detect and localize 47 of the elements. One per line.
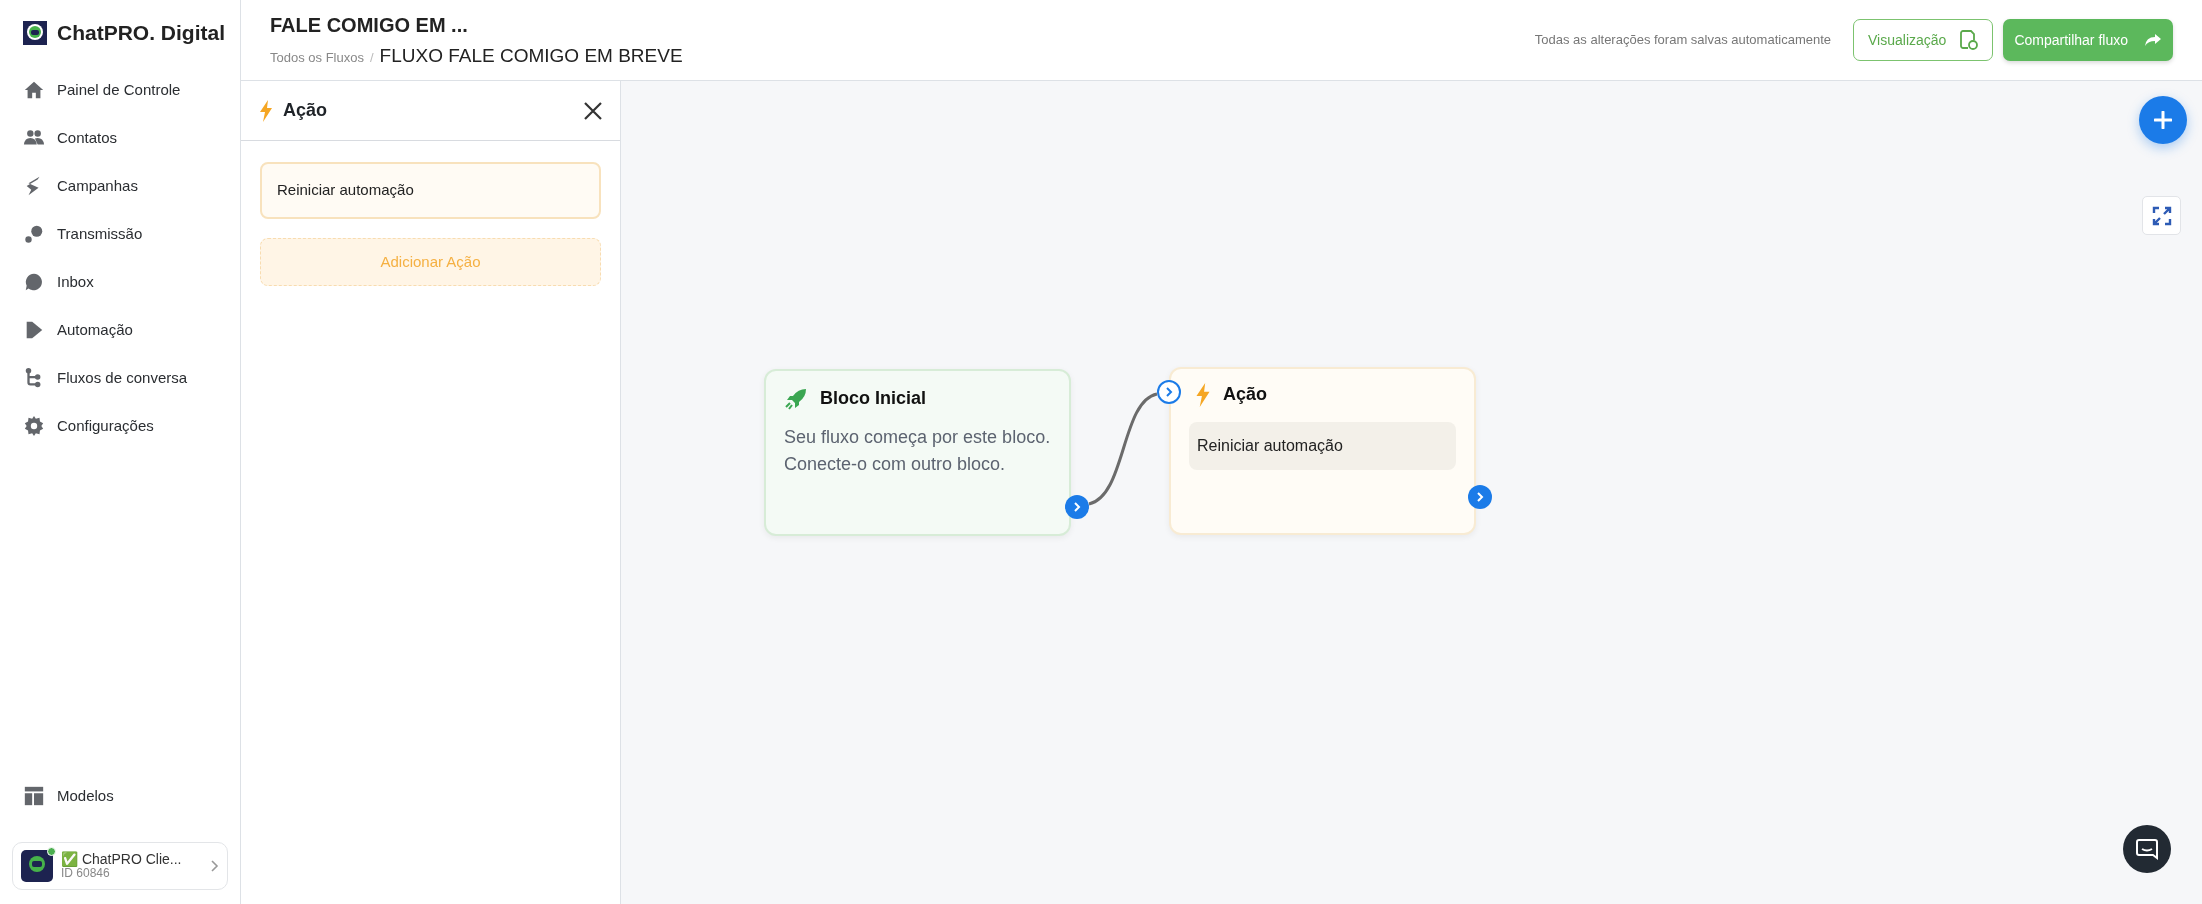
add-button[interactable] bbox=[2139, 96, 2187, 144]
breadcrumb-separator: / bbox=[369, 48, 374, 67]
plus-icon bbox=[2154, 111, 2172, 129]
rocket-icon bbox=[784, 386, 808, 411]
sidebar-item[interactable]: Painel de Controle bbox=[23, 66, 228, 114]
chevron-right-icon bbox=[211, 860, 219, 872]
sidebar-item[interactable]: Campanhas bbox=[23, 162, 228, 210]
avatar-icon bbox=[21, 850, 53, 882]
panel-title: Ação bbox=[283, 99, 327, 122]
output-handle[interactable] bbox=[1468, 485, 1492, 509]
sidebar-item[interactable]: Inbox bbox=[23, 258, 228, 306]
document-icon bbox=[1960, 30, 1979, 50]
account-id: ID 60846 bbox=[61, 867, 111, 881]
input-handle[interactable] bbox=[1157, 380, 1181, 404]
breadcrumb-link[interactable]: Todos os Fluxos bbox=[270, 47, 364, 68]
output-handle[interactable] bbox=[1065, 495, 1089, 519]
expand-icon bbox=[2151, 205, 2172, 226]
speech-bubble-icon bbox=[23, 271, 45, 293]
logo-icon bbox=[23, 21, 47, 45]
lightning-icon bbox=[259, 99, 273, 122]
node-action-item: Reiniciar automação bbox=[1189, 422, 1456, 470]
brand-name: ChatPRO. Digital bbox=[57, 20, 225, 47]
layout-icon bbox=[23, 785, 45, 807]
sidebar-item[interactable]: Automação bbox=[23, 306, 228, 354]
chat-button[interactable] bbox=[2123, 825, 2171, 873]
sidebar-item[interactable]: Transmissão bbox=[23, 210, 228, 258]
settings-icon bbox=[23, 415, 45, 437]
node-title: Bloco Inicial bbox=[820, 387, 927, 410]
home-icon bbox=[23, 79, 45, 101]
account-card[interactable]: ✅ ChatPRO Clie... ID 60846 bbox=[12, 842, 228, 890]
flow-title: FALE COMIGO EM ... bbox=[270, 12, 469, 38]
sidebar-item[interactable]: Configurações bbox=[23, 402, 228, 450]
action-item[interactable]: Reiniciar automação bbox=[260, 162, 601, 219]
account-name: ✅ ChatPRO Clie... bbox=[61, 851, 183, 868]
node-description: Seu fluxo começa por este bloco. Conecte-o com outro bloco. bbox=[784, 426, 1051, 476]
sidebar-item[interactable]: Contatos bbox=[23, 114, 228, 162]
dots-icon bbox=[23, 223, 45, 245]
sidebar-item[interactable]: Fluxos de conversa bbox=[23, 354, 228, 402]
sidebar-item[interactable]: Modelos bbox=[23, 772, 228, 820]
close-icon[interactable] bbox=[584, 101, 602, 120]
lightning-icon bbox=[1195, 382, 1211, 407]
node-title: Ação bbox=[1223, 383, 1267, 406]
breadcrumb-current: FLUXO FALE COMIGO EM BREVE bbox=[379, 43, 683, 68]
save-status: Todas as alterações foram salvas automaticamente bbox=[1534, 31, 1832, 50]
fullscreen-button[interactable] bbox=[2142, 196, 2181, 235]
chat-icon bbox=[2136, 838, 2158, 860]
share-icon bbox=[2144, 33, 2162, 47]
